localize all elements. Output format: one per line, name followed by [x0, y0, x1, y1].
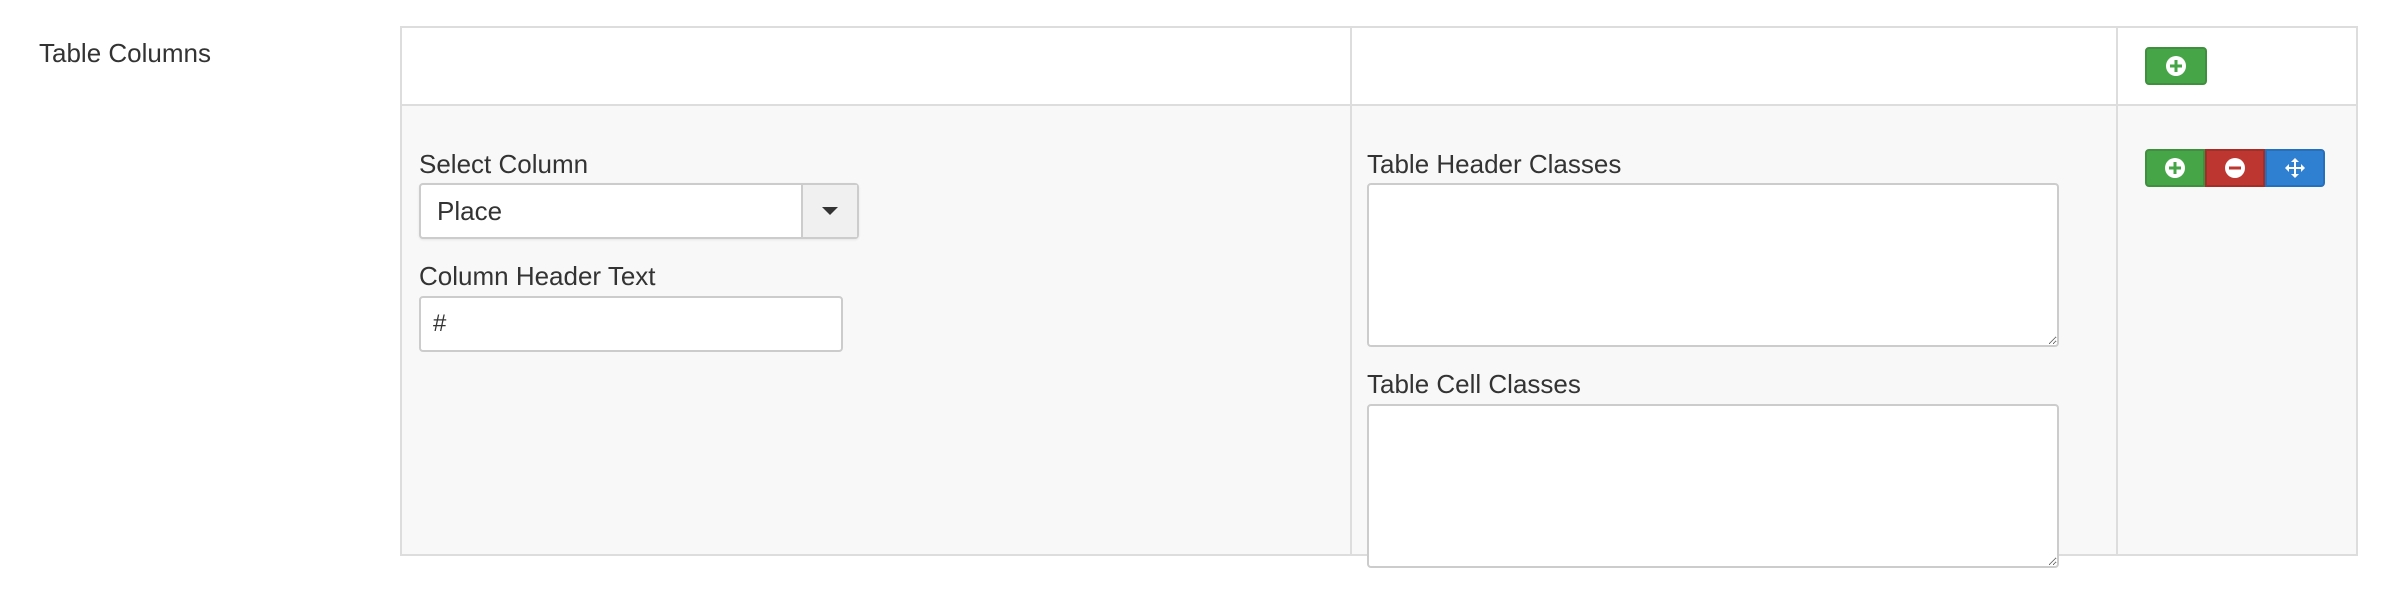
select-column-value: Place — [437, 196, 503, 226]
table-columns-subform: Select Column Place Column Header Text T… — [400, 26, 2358, 568]
table-header-classes-label: Table Header Classes — [1367, 149, 1622, 179]
select-column-label: Select Column — [419, 149, 589, 179]
table-cell-classes-textarea[interactable] — [1367, 404, 2059, 568]
plus-circle-icon — [2166, 56, 2186, 76]
move-arrows-icon — [2285, 158, 2305, 178]
table-cell-classes-label: Table Cell Classes — [1367, 369, 1581, 399]
column-divider-2 — [2116, 28, 2118, 554]
column-divider-1 — [1350, 28, 1352, 554]
plus-circle-icon — [2165, 158, 2185, 178]
subform-row: Select Column Place Column Header Text T… — [402, 106, 2356, 568]
table-header-classes-textarea[interactable] — [1367, 183, 2059, 347]
table-columns-label: Table Columns — [39, 38, 211, 68]
column-header-text-input[interactable] — [419, 296, 843, 352]
add-row-button[interactable] — [2145, 47, 2207, 85]
chevron-down-icon — [822, 207, 838, 215]
subform-header-row — [402, 28, 2356, 106]
page: Table Columns Select Column Place Column… — [0, 0, 2394, 610]
select-column-dropdown[interactable]: Place — [419, 183, 859, 239]
column-header-text-label: Column Header Text — [419, 261, 656, 291]
remove-row-button[interactable] — [2205, 149, 2265, 187]
add-after-button[interactable] — [2145, 149, 2205, 187]
select-column-toggle[interactable] — [801, 185, 857, 237]
minus-circle-icon — [2225, 158, 2245, 178]
move-row-button[interactable] — [2265, 149, 2325, 187]
